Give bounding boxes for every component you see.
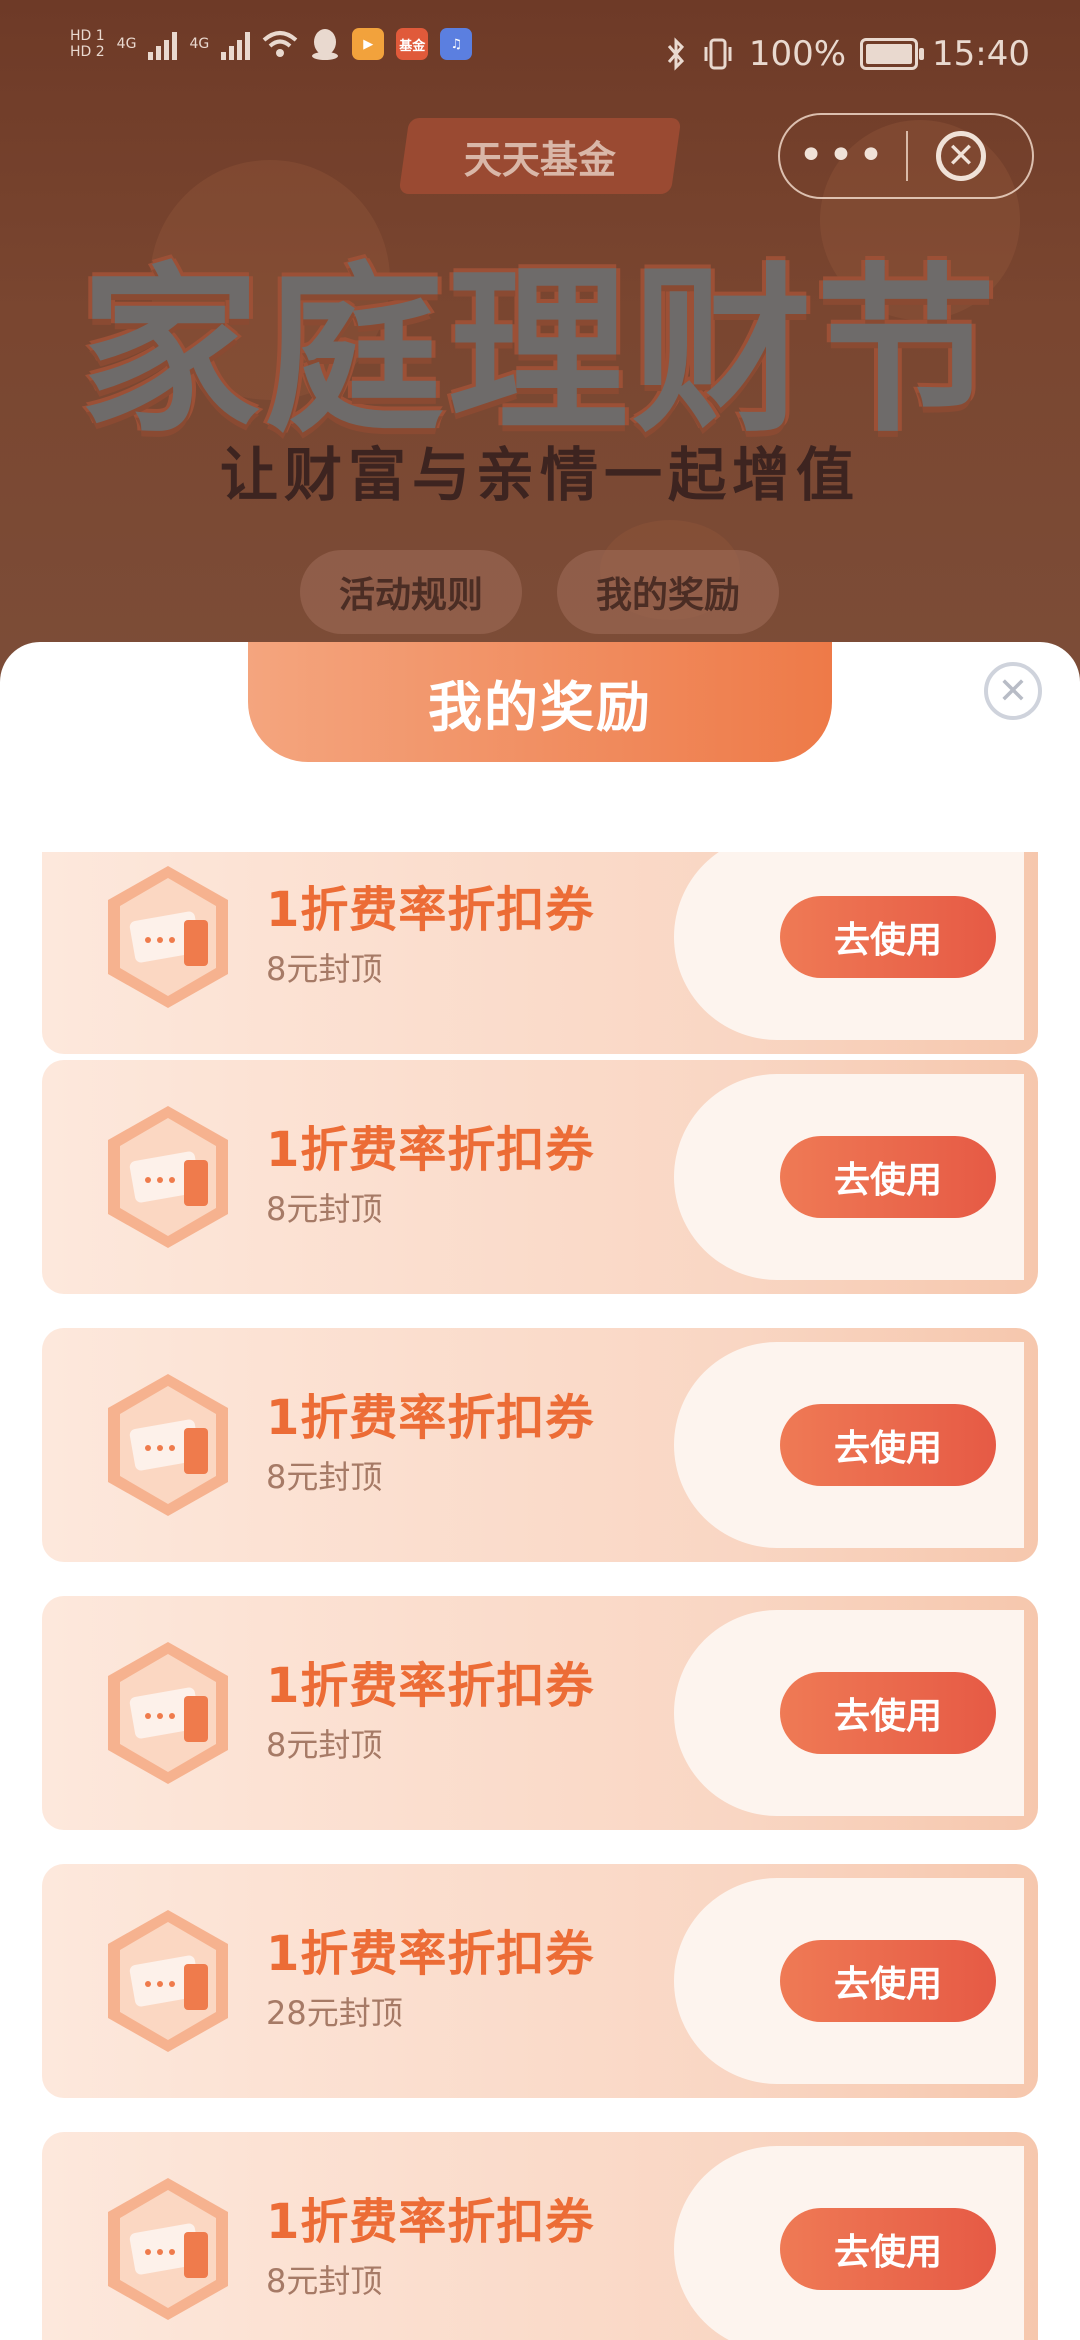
sim-labels: HD 1 HD 2 [70, 28, 105, 60]
coupon-cap: 8元封顶 [266, 1726, 383, 1764]
use-coupon-button[interactable]: 去使用 [780, 1136, 996, 1218]
coupon-cap: 8元封顶 [266, 1458, 383, 1496]
close-icon: ✕ [946, 136, 976, 176]
coupon-icon [108, 1374, 228, 1516]
coupon-title: 1折费率折扣券 [266, 2194, 595, 2250]
bluetooth-icon [667, 37, 684, 71]
vibrate-icon [704, 38, 732, 70]
clock: 15:40 [932, 34, 1030, 74]
coupon-icon [108, 2178, 228, 2320]
reward-card: 1折费率折扣券 28元封顶 去使用 [42, 1864, 1038, 2098]
sim2-label: HD 2 [70, 44, 105, 60]
reward-list[interactable]: 1折费率折扣券 8元封顶 去使用 1折费率折扣券 8元封顶 去使用 1折费率折扣… [0, 852, 1080, 2340]
coupon-icon [108, 1106, 228, 1248]
coupon-cap: 28元封顶 [266, 1994, 403, 2032]
use-coupon-button[interactable]: 去使用 [780, 1404, 996, 1486]
hero-subtitle: 让财富与亲情一起增值 [219, 441, 860, 509]
network2-label: 4G [189, 36, 210, 52]
coupon-cap: 8元封顶 [266, 2262, 383, 2300]
sheet-close-button[interactable]: ✕ [984, 662, 1042, 720]
mini-program-capsule: ••• ✕ [778, 113, 1034, 199]
coupon-icon [108, 1910, 228, 2052]
brand-tag: 天天基金 [398, 118, 682, 194]
music-app-icon: ♫ [440, 28, 473, 60]
coupon-cap: 8元封顶 [266, 1190, 383, 1228]
battery-percent: 100% [748, 34, 847, 74]
close-icon: ✕ [997, 670, 1029, 712]
mini-program-close-button[interactable]: ✕ [936, 131, 986, 181]
sim1-label: HD 1 [70, 28, 105, 44]
reward-card: 1折费率折扣券 8元封顶 去使用 [42, 2132, 1038, 2340]
use-coupon-button[interactable]: 去使用 [780, 2208, 996, 2290]
coupon-title: 1折费率折扣券 [266, 1390, 595, 1446]
reward-card: 1折费率折扣券 8元封顶 去使用 [42, 1596, 1038, 1830]
battery-icon [860, 38, 925, 70]
rewards-sheet: 我的奖励 ✕ 1折费率折扣券 8元封顶 去使用 1折费率折扣券 8元封顶 去使用… [0, 642, 1080, 2340]
coupon-cap: 8元封顶 [266, 950, 383, 988]
fund-icon-text: 基金 [399, 38, 426, 54]
video-app-icon: ▶ [352, 28, 385, 60]
fund-app-icon: 基金 [396, 28, 429, 60]
sheet-title: 我的奖励 [248, 642, 832, 762]
reward-card: 1折费率折扣券 8元封顶 去使用 [42, 1060, 1038, 1294]
coupon-title: 1折费率折扣券 [266, 1926, 595, 1982]
reward-card: 1折费率折扣券 8元封顶 去使用 [42, 852, 1038, 1054]
wifi-icon [262, 31, 298, 57]
my-rewards-button[interactable]: 我的奖励 [557, 550, 779, 634]
coupon-title: 1折费率折扣券 [266, 882, 595, 938]
capsule-divider [906, 131, 908, 181]
reward-card: 1折费率折扣券 8元封顶 去使用 [42, 1328, 1038, 1562]
status-right: 100% 15:40 [665, 34, 1030, 74]
rules-button[interactable]: 活动规则 [300, 550, 522, 634]
coupon-icon [108, 1642, 228, 1784]
more-button[interactable]: ••• [780, 134, 906, 178]
status-bar: HD 1 HD 2 4G 4G ▶ 基金 ♫ 100% 15:40 [0, 0, 1080, 120]
coupon-title: 1折费率折扣券 [266, 1122, 595, 1178]
hero-banner: HD 1 HD 2 4G 4G ▶ 基金 ♫ 100% 15:40 ••• ✕ … [0, 0, 1080, 700]
status-left: HD 1 HD 2 4G 4G ▶ 基金 ♫ [70, 28, 473, 60]
network1-label: 4G [116, 36, 137, 52]
hero-title: 家庭理财节 [79, 248, 1000, 457]
signal2-icon [221, 28, 251, 60]
qq-icon [312, 29, 339, 60]
signal1-icon [148, 28, 178, 60]
use-coupon-button[interactable]: 去使用 [780, 896, 996, 978]
brand-label: 天天基金 [463, 137, 616, 182]
use-coupon-button[interactable]: 去使用 [780, 1672, 996, 1754]
coupon-icon [108, 866, 228, 1008]
use-coupon-button[interactable]: 去使用 [780, 1940, 996, 2022]
coupon-title: 1折费率折扣券 [266, 1658, 595, 1714]
